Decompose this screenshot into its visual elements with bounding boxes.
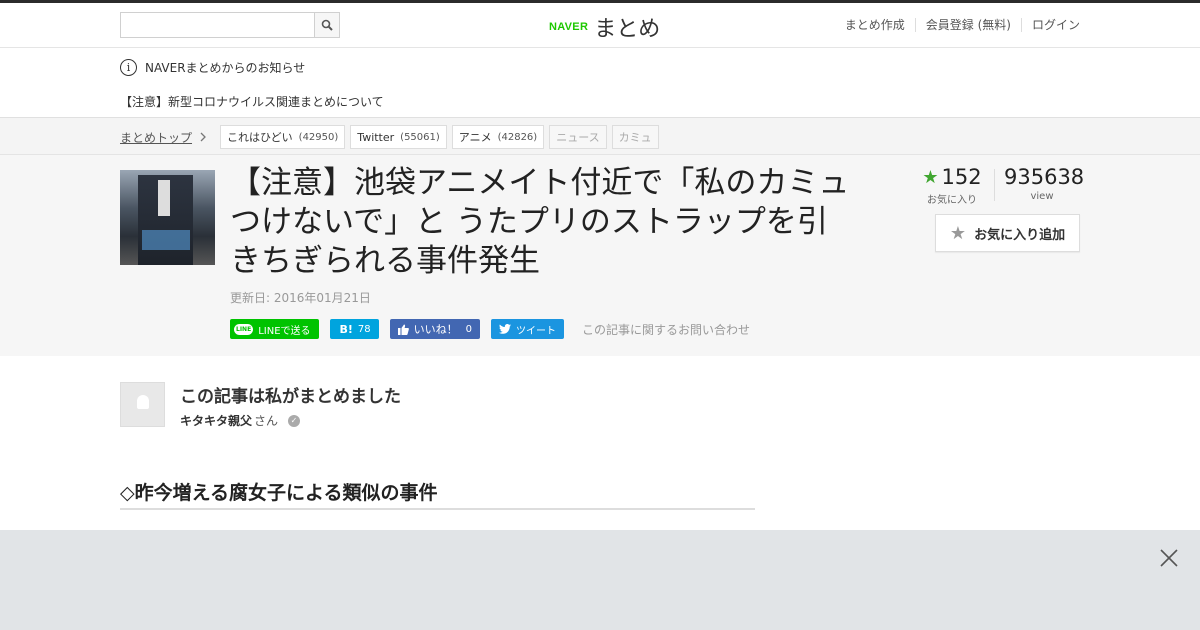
search-input[interactable] <box>121 13 314 37</box>
view-count: 935638 view <box>1004 165 1085 202</box>
author-heading: この記事は私がまとめました <box>180 387 401 407</box>
article-title: 【注意】池袋アニメイト付近で「私のカミュつけないで」と うたプリのストラップを引… <box>230 165 850 279</box>
logo-text: まとめ <box>594 17 661 42</box>
article-header: 【注意】池袋アニメイト付近で「私のカミュつけないで」と うたプリのストラップを引… <box>0 155 1200 356</box>
facebook-like-button[interactable]: いいね！ 0 <box>389 319 481 339</box>
notice-link[interactable]: 【注意】新型コロナウイルス関連まとめについて <box>120 93 384 110</box>
breadcrumb: まとめトップ これはひどい (42950) Twitter (55061) アニメ (… <box>0 118 1200 155</box>
nav-register[interactable]: 会員登録 (無料) <box>914 18 1021 32</box>
close-icon[interactable] <box>1158 547 1180 569</box>
author-name-row: キタキタ親父 さん ✓ <box>180 412 301 429</box>
share-bar: LINE LINEで送る B! 78 いいね！ 0 ツイート この記事に関するお… <box>230 319 750 339</box>
favorite-count: ★ 152 お気に入り <box>922 165 982 206</box>
breadcrumb-top-label: まとめトップ <box>120 131 193 145</box>
hatena-count: 78 <box>357 323 371 335</box>
star-outline-icon: ★ <box>949 222 967 244</box>
twitter-bird-icon <box>499 324 512 334</box>
info-icon: i <box>120 59 137 76</box>
nav-create-matome[interactable]: まとめ作成 <box>835 18 915 32</box>
line-share-button[interactable]: LINE LINEで送る <box>230 319 319 339</box>
view-number: 935638 <box>1004 165 1085 189</box>
avatar[interactable] <box>120 382 165 427</box>
logo-brand: NAVER <box>549 21 589 33</box>
favorite-label: お気に入り <box>927 195 977 206</box>
tag-count: (42826) <box>497 131 538 143</box>
tag-item[interactable]: これはひどい (42950) <box>220 125 346 149</box>
thumbs-up-icon <box>397 324 409 335</box>
hatena-bookmark-button[interactable]: B! 78 <box>329 319 379 339</box>
thumbnail-sign <box>158 180 170 216</box>
tag-list: これはひどい (42950) Twitter (55061) アニメ (42826) … <box>220 125 659 149</box>
site-header: NAVER まとめ まとめ作成 会員登録 (無料) ログイン <box>0 3 1200 48</box>
verified-check-icon: ✓ <box>288 414 301 427</box>
tag-label: これはひどい <box>227 131 293 144</box>
ad-overlay <box>0 530 1200 630</box>
notice-heading: i NAVERまとめからのお知らせ <box>120 59 305 76</box>
chevron-right-icon <box>200 131 206 145</box>
view-label: view <box>1030 191 1054 202</box>
author-suffix: さん <box>254 414 279 428</box>
facebook-like-label: いいね！ <box>413 323 458 336</box>
header-nav: まとめ作成 会員登録 (無料) ログイン <box>835 18 1080 32</box>
ghost-icon <box>137 395 149 409</box>
tag-item[interactable]: カミュ <box>611 125 659 149</box>
article-thumbnail <box>120 170 215 265</box>
search-box <box>120 12 340 38</box>
tag-count: (55061) <box>400 131 440 143</box>
tag-label: カミュ <box>618 131 652 144</box>
stats-divider <box>994 169 995 201</box>
notice-area: i NAVERまとめからのお知らせ 【注意】新型コロナウイルス関連まとめについて <box>0 48 1200 118</box>
tag-label: Twitter <box>357 130 395 144</box>
favorite-number: 152 <box>941 165 982 189</box>
tag-label: ニュース <box>556 131 600 144</box>
tag-count: (42950) <box>298 131 339 143</box>
search-icon <box>321 19 333 31</box>
tag-item[interactable]: アニメ (42826) <box>451 125 545 149</box>
nav-login[interactable]: ログイン <box>1020 18 1080 32</box>
section-heading: ◇昨今増える腐女子による類似の事件 <box>120 478 755 510</box>
tweet-button[interactable]: ツイート <box>491 319 565 339</box>
tag-item[interactable]: ニュース <box>549 125 607 149</box>
tweet-label: ツイート <box>516 325 557 337</box>
facebook-like-count: 0 <box>465 323 473 335</box>
updated-date: 更新日: 2016年01月21日 <box>230 291 371 305</box>
line-icon: LINE <box>234 323 254 335</box>
add-favorite-label: お気に入り追加 <box>974 227 1066 243</box>
thumbnail-storefront <box>142 230 190 250</box>
site-logo[interactable]: NAVER まとめ <box>549 11 660 43</box>
author-name[interactable]: キタキタ親父 <box>180 412 252 429</box>
hatena-icon: B! <box>339 322 353 336</box>
inquiry-link[interactable]: この記事に関するお問い合わせ <box>582 321 750 338</box>
breadcrumb-top[interactable]: まとめトップ <box>120 129 206 146</box>
search-button[interactable] <box>314 13 339 37</box>
add-favorite-button[interactable]: ★ お気に入り追加 <box>935 214 1080 252</box>
tag-item[interactable]: Twitter (55061) <box>350 125 447 149</box>
line-share-label: LINEで送る <box>258 325 311 337</box>
star-icon: ★ <box>922 166 939 188</box>
notice-heading-text: NAVERまとめからのお知らせ <box>145 61 306 75</box>
tag-label: アニメ <box>458 131 492 144</box>
